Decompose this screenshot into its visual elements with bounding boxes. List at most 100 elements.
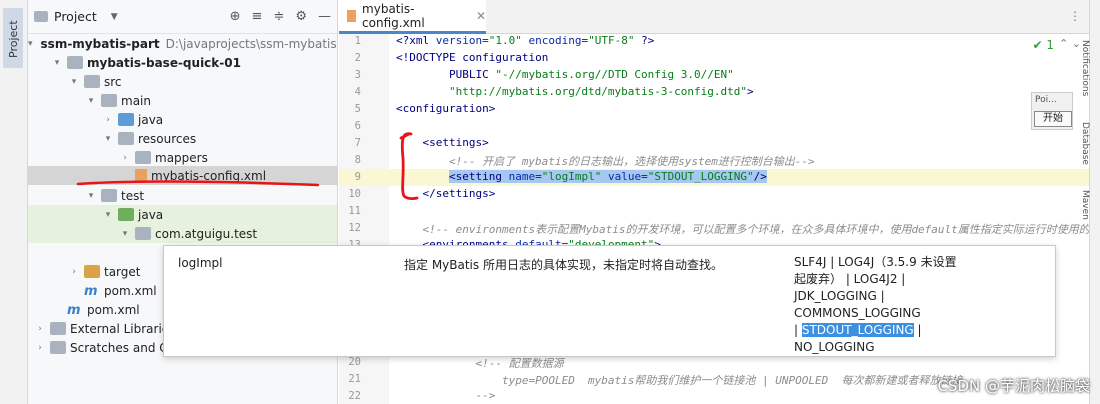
scratches-icon (50, 341, 66, 354)
code-line[interactable]: 3 PUBLIC "-//mybatis.org//DTD Config 3.0… (339, 67, 1089, 84)
popup-setting-name: logImpl (178, 256, 223, 270)
library-icon (50, 322, 66, 335)
line-number: 3 (354, 69, 361, 81)
line-number: 4 (354, 86, 361, 98)
source-folder-icon (118, 113, 134, 126)
popup-description: 指定 MyBatis 所用日志的具体实现，未指定时将自动查找。 (404, 258, 723, 272)
chevron-up-down-icon[interactable]: ⌃ ⌄ (1059, 37, 1081, 50)
code-text: <!DOCTYPE configuration (396, 51, 549, 64)
annotation-bracket (399, 132, 419, 200)
tree-item-label: java (138, 112, 164, 127)
popup-values-line: JDK_LOGGING | (794, 289, 885, 303)
watermark: CSDN @芋泥肉松脑袋 (937, 377, 1090, 395)
code-line[interactable]: 7 <settings> (339, 135, 1089, 152)
code-text: type=POOLED mybatis帮助我们维护一个链接池 | UNPOOLE… (501, 374, 963, 387)
code-line[interactable]: 1 <?xml version="1.0" encoding="UTF-8" ?> (339, 33, 1089, 50)
chevron-down-icon[interactable]: ▾ (51, 58, 63, 68)
maven-tab[interactable]: Maven (1080, 190, 1090, 220)
more-icon[interactable]: ⋮ (1069, 9, 1081, 23)
right-tool-strip: Notifications Database Maven (1080, 0, 1100, 404)
target-folder-icon (84, 265, 100, 278)
tree-item-label: main (121, 93, 151, 108)
popup-values-line: NO_LOGGING (794, 340, 875, 354)
tree-item-label: mybatis-base-quick-01 (87, 55, 241, 70)
code-line[interactable]: 5 <configuration> (339, 101, 1089, 118)
tree-item-label: pom.xml (104, 283, 157, 298)
code-text: <configuration> (396, 102, 496, 115)
chevron-down-icon[interactable]: ▾ (85, 191, 97, 201)
popup-values-line: | STDOUT_LOGGING | (794, 322, 957, 339)
line-number: 9 (354, 171, 361, 183)
tree-item[interactable]: › java (28, 110, 337, 129)
code-line[interactable]: 2 <!DOCTYPE configuration (339, 50, 1089, 67)
tree-item[interactable]: ▾ resources (28, 129, 337, 148)
gear-icon[interactable]: ⚙ (295, 9, 307, 24)
line-number: 11 (348, 205, 361, 217)
close-icon[interactable]: ✕ (476, 9, 486, 23)
code-line[interactable]: 4 "http://mybatis.org/dtd/mybatis-3-conf… (339, 84, 1089, 101)
line-number: 2 (354, 52, 361, 64)
chevron-right-icon[interactable]: › (119, 153, 131, 163)
minimize-icon[interactable]: — (318, 9, 331, 24)
database-tab[interactable]: Database (1080, 122, 1090, 165)
chevron-down-icon[interactable]: ▾ (119, 229, 131, 239)
tab-mybatis-config[interactable]: mybatis-config.xml ✕ (339, 0, 486, 34)
line-number: 1 (354, 35, 361, 47)
collapse-all-icon[interactable]: ≡ (252, 9, 263, 24)
line-number: 7 (354, 137, 361, 149)
folder-icon (101, 189, 117, 202)
code-line[interactable]: 10 </settings> (339, 186, 1089, 203)
tree-item-label: External Libraries (70, 321, 176, 336)
code-text: <!-- 开启了 mybatis的日志输出，选择使用system进行控制台输出-… (448, 155, 815, 168)
popup-values-prefix: | (794, 323, 802, 337)
chevron-down-icon[interactable]: ▾ (85, 96, 97, 106)
tree-item-label: resources (138, 131, 197, 146)
tree-item[interactable]: ▾ src (28, 72, 337, 91)
chevron-right-icon[interactable]: › (102, 115, 114, 125)
package-icon (135, 227, 151, 240)
folder-icon (101, 94, 117, 107)
locate-icon[interactable]: ⊕ (230, 9, 241, 24)
tree-item[interactable]: ▾ com.atguigu.test (28, 224, 337, 243)
chevron-right-icon[interactable]: › (34, 343, 46, 353)
chevron-down-icon[interactable]: ▾ (102, 134, 114, 144)
popup-values-line: COMMONS_LOGGING (794, 306, 921, 320)
chevron-down-icon[interactable]: ▼ (111, 12, 118, 22)
code-text: "http://mybatis.org/dtd/mybatis-3-config… (448, 85, 754, 98)
tree-item-label: target (104, 264, 141, 279)
project-tool-tab[interactable]: Project (3, 8, 23, 68)
chevron-down-icon[interactable]: ▾ (102, 210, 114, 220)
project-panel-header: Project ▼ ⊕ ≡ ≑ ⚙ — (28, 0, 337, 34)
code-line[interactable]: 8 <!-- 开启了 mybatis的日志输出，选择使用system进行控制台输… (339, 152, 1089, 169)
tree-item[interactable]: › mappers (28, 148, 337, 167)
editor-tab-bar: mybatis-config.xml ✕ ⋮ (339, 0, 1089, 34)
popup-values-suffix: | (913, 323, 922, 337)
expand-all-icon[interactable]: ≑ (273, 9, 284, 24)
chevron-right-icon[interactable]: › (68, 267, 80, 277)
code-line[interactable]: 9 <setting name="logImpl" value="STDOUT_… (339, 169, 1089, 186)
line-number: 21 (348, 373, 361, 385)
inspection-count: 1 (1046, 38, 1054, 52)
inspection-check-icon[interactable]: ✔ 1 (1032, 38, 1054, 52)
code-line[interactable]: 12 <!-- environments表示配置Mybatis的开发环境，可以配… (339, 220, 1089, 237)
chevron-down-icon[interactable]: ▾ (68, 77, 80, 87)
tree-item[interactable]: ▾ ssm-mybatis-part D:\javaprojects\ssm-myb… (28, 34, 337, 53)
annotation-underline (76, 180, 320, 187)
folder-icon (67, 56, 83, 69)
chevron-right-icon[interactable]: › (34, 324, 46, 334)
code-line[interactable]: 11 (339, 203, 1089, 220)
code-line[interactable]: 6 (339, 118, 1089, 135)
chevron-down-icon[interactable]: ▾ (28, 39, 33, 49)
resources-folder-icon (118, 132, 134, 145)
folder-icon (34, 11, 48, 22)
line-number: 20 (348, 356, 361, 368)
start-button[interactable]: 开始 (1034, 111, 1072, 127)
project-panel-title[interactable]: Project (54, 9, 97, 24)
code-text: <setting name="logImpl" value="STDOUT_LO… (448, 170, 767, 183)
tree-item[interactable]: ▾ mybatis-base-quick-01 (28, 53, 337, 72)
tree-item[interactable]: ▾ main (28, 91, 337, 110)
tree-item[interactable]: ▾ java (28, 205, 337, 224)
tree-item-path: D:\javaprojects\ssm-mybatis-part (165, 36, 337, 51)
notifications-tab[interactable]: Notifications (1080, 40, 1090, 96)
code-text: <!-- 配置数据源 (475, 357, 564, 370)
